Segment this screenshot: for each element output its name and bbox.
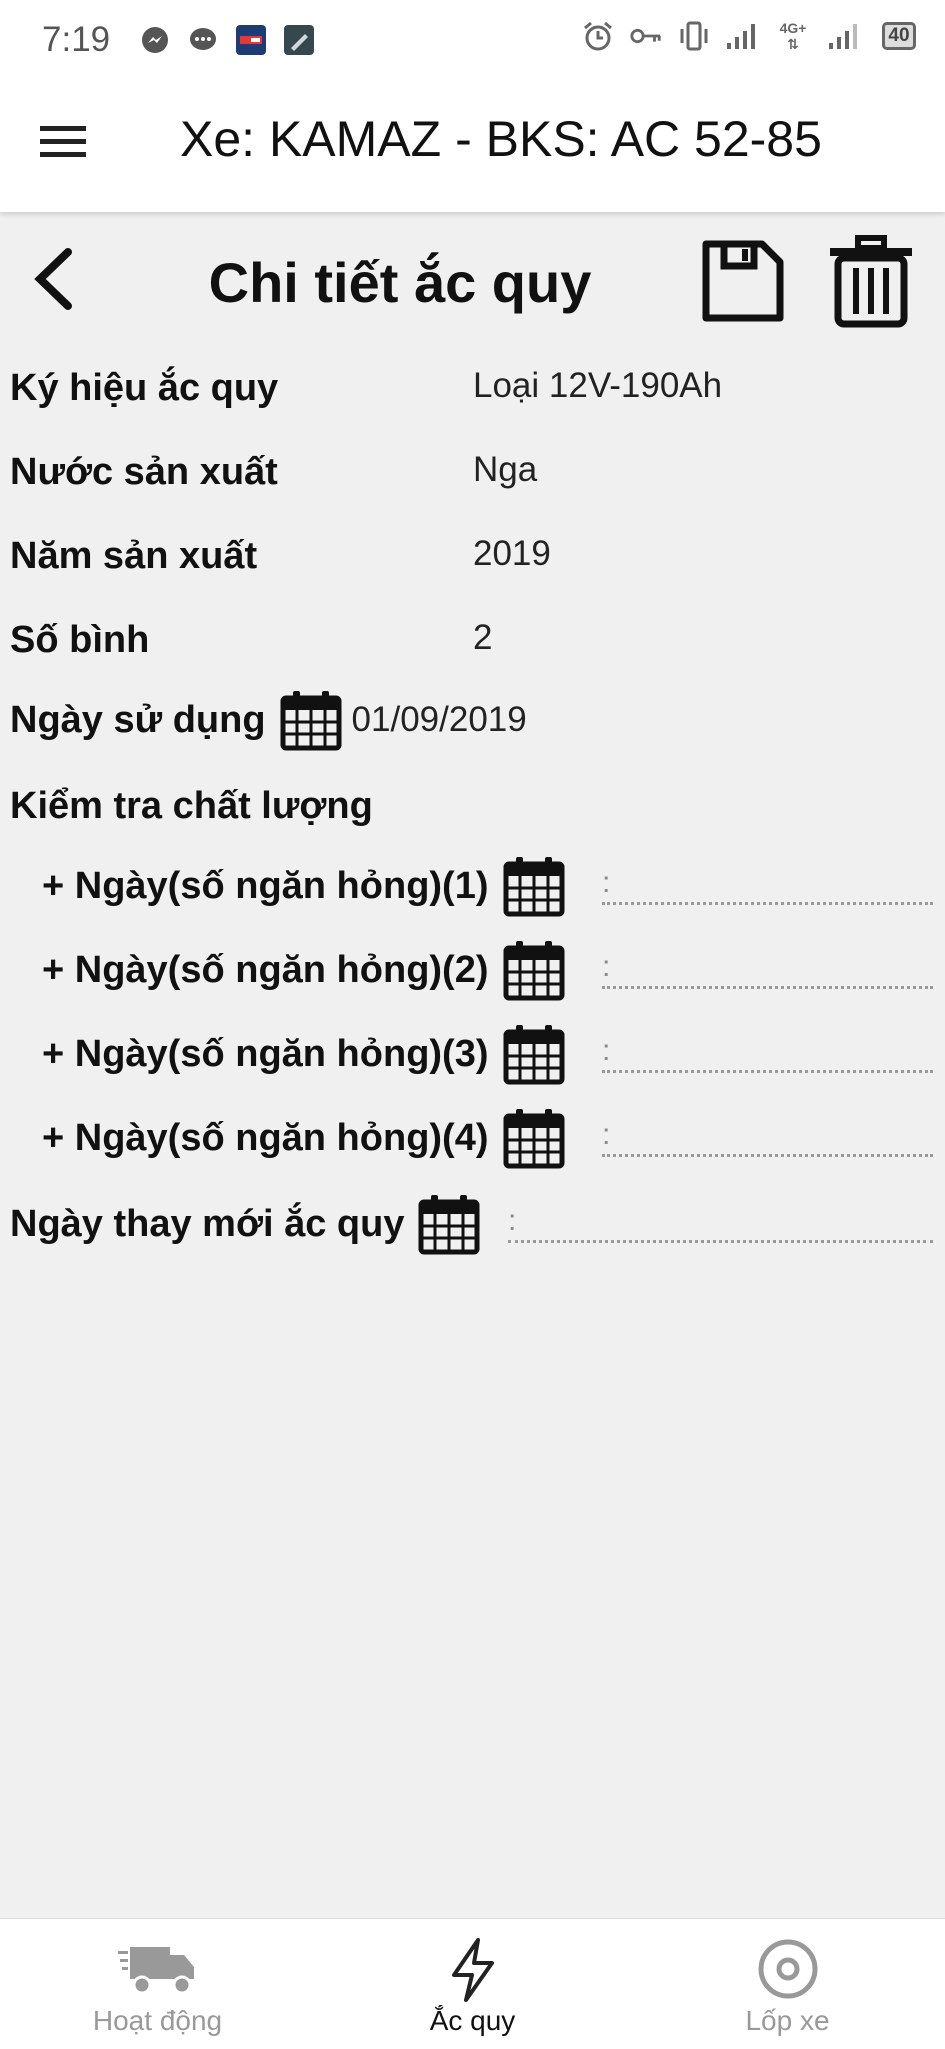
nav-label: Lốp xe [745, 2005, 830, 2036]
network-type-icon: 4G+ ⇅ [779, 19, 807, 52]
calendar-icon[interactable] [418, 1193, 480, 1255]
calendar-icon[interactable] [503, 939, 565, 1001]
bottom-navigation: Hoạt động Ắc quy Lốp xe [0, 1918, 945, 2049]
status-time: 7:19 [42, 20, 111, 59]
field-label: Ngày sử dụng [10, 698, 266, 741]
app-icon [282, 22, 316, 58]
page-header: Chi tiết ắc quy [0, 228, 945, 338]
vehicle-title: Xe: KAMAZ - BKS: AC 52-85 [180, 111, 822, 167]
save-button[interactable] [700, 238, 788, 326]
messenger-icon [138, 22, 172, 58]
section-label: Kiểm tra chất lượng [10, 784, 373, 827]
field-usage-date: Ngày sử dụng 01/09/2019 [10, 689, 527, 751]
cell-count-value: 2 [473, 618, 493, 657]
nav-tab-activity[interactable]: Hoạt động [0, 1919, 315, 2049]
year-value: 2019 [473, 534, 551, 573]
field-label: Ký hiệu ắc quy [10, 366, 279, 409]
alarm-icon [581, 18, 615, 54]
nav-tab-battery[interactable]: Ắc quy [315, 1919, 630, 2049]
calendar-icon[interactable] [503, 855, 565, 917]
field-country: Nước sản xuất [10, 442, 278, 502]
status-bar: 7:19 4G+ ⇅ 40 [0, 0, 945, 82]
calendar-icon[interactable] [503, 1107, 565, 1169]
quality-check-heading: Kiểm tra chất lượng [10, 776, 373, 836]
signal-icon [827, 18, 861, 54]
replace-date-input[interactable]: : [508, 1204, 933, 1243]
quality-check-input-1[interactable]: : [602, 866, 933, 905]
vpn-key-icon [629, 18, 663, 54]
quality-check-input-3[interactable]: : [602, 1034, 933, 1073]
quality-check-input-4[interactable]: : [602, 1118, 933, 1157]
battery-icon: 40 [875, 18, 923, 54]
field-label: Năm sản xuất [10, 534, 258, 577]
quality-check-item: + Ngày(số ngăn hỏng)(1) [42, 855, 575, 917]
quality-check-item: + Ngày(số ngăn hỏng)(3) [42, 1023, 575, 1085]
field-label: Ngày thay mới ắc quy [10, 1202, 405, 1245]
quality-check-label: + Ngày(số ngăn hỏng)(1) [42, 864, 489, 907]
floppy-disk-icon [702, 240, 784, 322]
field-year: Năm sản xuất [10, 526, 257, 586]
field-replace-date: Ngày thay mới ắc quy [10, 1193, 490, 1255]
trash-icon [830, 235, 912, 328]
quality-check-input-2[interactable]: : [602, 950, 933, 989]
field-label: Số bình [10, 618, 150, 661]
vibrate-icon [677, 18, 711, 54]
delete-button[interactable] [826, 234, 918, 330]
battery-level: 40 [882, 22, 916, 50]
country-value: Nga [473, 450, 538, 489]
hamburger-menu-icon [40, 126, 86, 157]
quality-check-label: + Ngày(số ngăn hỏng)(3) [42, 1032, 489, 1075]
app-icon [234, 22, 268, 58]
quality-check-item: + Ngày(số ngăn hỏng)(4) [42, 1107, 575, 1169]
nav-label: Ắc quy [429, 2005, 516, 2036]
menu-button[interactable] [38, 122, 100, 172]
nav-label: Hoạt động [92, 2005, 223, 2036]
calendar-icon[interactable] [503, 1023, 565, 1085]
quality-check-label: + Ngày(số ngăn hỏng)(4) [42, 1116, 489, 1159]
app-bar: Xe: KAMAZ - BKS: AC 52-85 [0, 82, 945, 212]
calendar-icon[interactable] [280, 689, 342, 751]
lightning-icon [448, 1937, 498, 2008]
page-title: Chi tiết ắc quy [208, 251, 592, 314]
quality-check-item: + Ngày(số ngăn hỏng)(2) [42, 939, 575, 1001]
field-cell-count: Số bình [10, 610, 149, 670]
chat-icon [186, 22, 220, 58]
tire-icon [756, 1937, 820, 2006]
usage-date-value: 01/09/2019 [351, 700, 527, 739]
field-label: Nước sản xuất [10, 450, 278, 493]
battery-code-value: Loại 12V-190Ah [473, 366, 723, 405]
nav-tab-tires[interactable]: Lốp xe [630, 1919, 945, 2049]
field-battery-code: Ký hiệu ắc quy [10, 358, 278, 418]
truck-icon [116, 1937, 200, 2006]
signal-icon [725, 18, 759, 54]
quality-check-label: + Ngày(số ngăn hỏng)(2) [42, 948, 489, 991]
